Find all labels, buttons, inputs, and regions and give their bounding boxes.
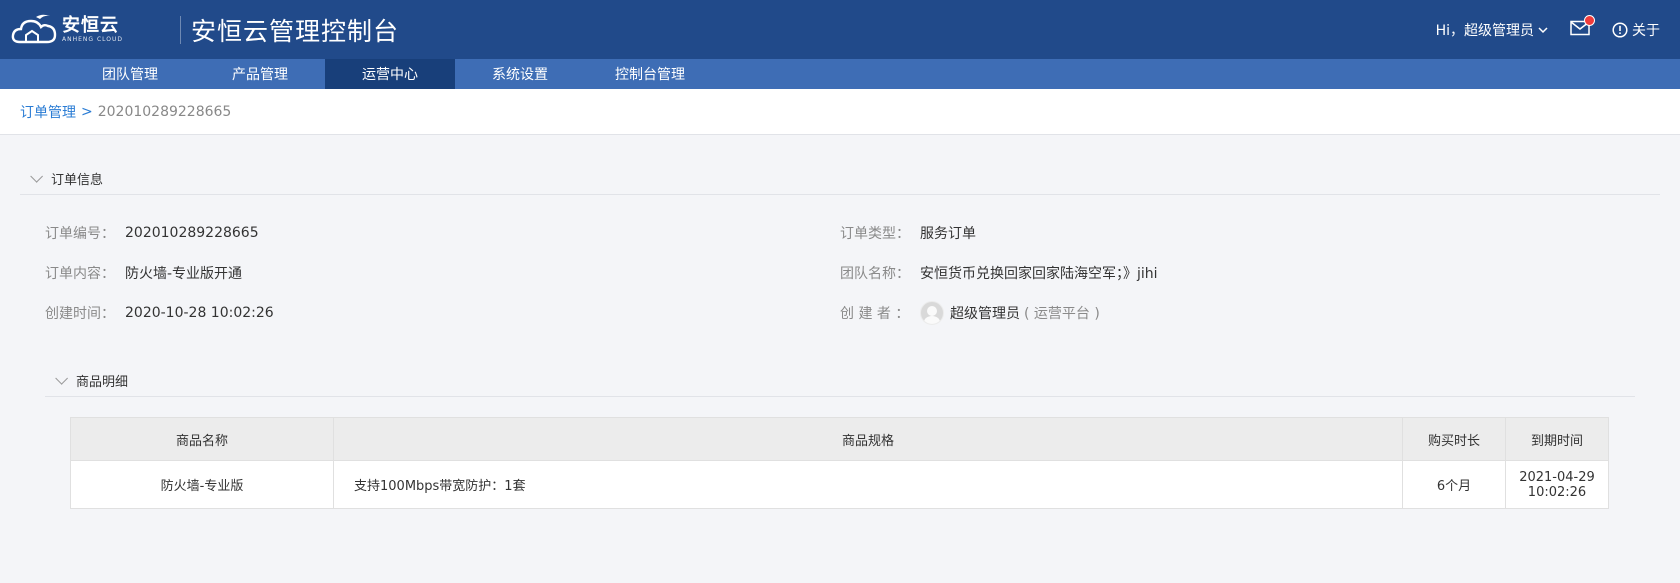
user-greeting: Hi，超级管理员 bbox=[1435, 22, 1534, 39]
about-button[interactable]: 关于 bbox=[1612, 20, 1660, 40]
cell-product-name: 防火墙-专业版 bbox=[70, 460, 334, 509]
goods-header[interactable]: 商品明细 bbox=[45, 371, 1635, 397]
user-menu[interactable]: Hi，超级管理员 bbox=[1436, 20, 1548, 40]
cloud-logo-icon bbox=[11, 14, 57, 43]
breadcrumb: 订单管理 > 202010289228665 bbox=[0, 89, 1680, 135]
table-header-row: 商品名称 商品规格 购买时长 到期时间 bbox=[70, 417, 1609, 461]
order-type-label: 订单类型： bbox=[840, 226, 910, 242]
col-product-name: 商品名称 bbox=[70, 417, 334, 461]
table-row: 防火墙-专业版 支持100Mbps带宽防护：1套 6个月 2021-04-29 … bbox=[70, 460, 1609, 509]
nav-team-management[interactable]: 团队管理 bbox=[65, 59, 195, 89]
goods-table: 商品名称 商品规格 购买时长 到期时间 防火墙-专业版 支持100Mbps带宽防… bbox=[70, 417, 1609, 509]
order-type-row: 订单类型： 服务订单 bbox=[840, 223, 976, 243]
avatar bbox=[920, 301, 944, 325]
top-header: 安恒云 ANHENG CLOUD 安恒云管理控制台 Hi，超级管理员 关于 bbox=[0, 0, 1680, 59]
col-duration: 购买时长 bbox=[1402, 417, 1506, 461]
creator-row: 创 建 者 ： 超级管理员 ( 运营平台 ) bbox=[840, 301, 1100, 325]
team-name-row: 团队名称： 安恒货币兑换回家回家陆海空军；》jihi bbox=[840, 263, 1158, 283]
order-info-title: 订单信息 bbox=[51, 173, 104, 188]
creator-label: 创 建 者 ： bbox=[840, 306, 910, 322]
logo-text: 安恒云 bbox=[62, 15, 119, 36]
nav-operations-center[interactable]: 运营中心 bbox=[325, 59, 455, 89]
goods-title: 商品明细 bbox=[76, 375, 129, 390]
team-name-value: 安恒货币兑换回家回家陆海空军；》jihi bbox=[920, 266, 1158, 282]
cell-duration: 6个月 bbox=[1402, 460, 1506, 509]
order-content-label: 订单内容： bbox=[45, 266, 115, 282]
about-label: 关于 bbox=[1632, 22, 1660, 39]
expire-date: 2021-04-29 bbox=[1519, 469, 1595, 485]
logo-subtext: ANHENG CLOUD bbox=[62, 36, 123, 43]
cell-expire-time: 2021-04-29 10:02:26 bbox=[1505, 460, 1609, 509]
col-expire-time: 到期时间 bbox=[1505, 417, 1609, 461]
nav-product-management[interactable]: 产品管理 bbox=[195, 59, 325, 89]
order-no-value: 202010289228665 bbox=[125, 225, 259, 241]
info-icon bbox=[1612, 21, 1628, 38]
app-title: 安恒云管理控制台 bbox=[191, 16, 400, 46]
mail-button[interactable] bbox=[1570, 14, 1595, 40]
nav-system-settings[interactable]: 系统设置 bbox=[455, 59, 585, 89]
notification-dot bbox=[1584, 14, 1595, 26]
col-product-spec: 商品规格 bbox=[333, 417, 1403, 461]
logo[interactable]: 安恒云 ANHENG CLOUD bbox=[0, 0, 160, 59]
order-content-value: 防火墙-专业版开通 bbox=[125, 266, 243, 282]
breadcrumb-order-management[interactable]: 订单管理 bbox=[20, 102, 76, 122]
breadcrumb-current: 202010289228665 bbox=[97, 103, 232, 120]
nav-console-management[interactable]: 控制台管理 bbox=[585, 59, 715, 89]
header-divider bbox=[180, 15, 181, 44]
creator-role: ( 运营平台 ) bbox=[1024, 306, 1100, 322]
order-type-value: 服务订单 bbox=[920, 226, 976, 242]
order-no-label: 订单编号： bbox=[45, 226, 115, 242]
chevron-down-icon bbox=[1538, 26, 1548, 33]
order-info-section: 订单信息 订单编号： 202010289228665 订单类型： 服务订单 订单… bbox=[0, 135, 1680, 325]
expire-clock: 10:02:26 bbox=[1527, 484, 1587, 500]
team-name-label: 团队名称： bbox=[840, 266, 910, 282]
order-no-row: 订单编号： 202010289228665 bbox=[45, 223, 259, 243]
order-info-header[interactable]: 订单信息 bbox=[20, 169, 1660, 195]
cell-product-spec: 支持100Mbps带宽防护：1套 bbox=[333, 460, 1403, 509]
created-time-row: 创建时间： 2020-10-28 10:02:26 bbox=[45, 303, 274, 323]
creator-name: 超级管理员 bbox=[950, 306, 1020, 322]
goods-section: 商品明细 商品名称 商品规格 购买时长 到期时间 防火墙-专业版 支持100Mb… bbox=[0, 315, 1680, 509]
order-content-row: 订单内容： 防火墙-专业版开通 bbox=[45, 263, 242, 283]
created-time-value: 2020-10-28 10:02:26 bbox=[125, 305, 274, 321]
created-time-label: 创建时间： bbox=[45, 306, 115, 322]
breadcrumb-separator: > bbox=[81, 103, 93, 120]
main-nav: 团队管理 产品管理 运营中心 系统设置 控制台管理 bbox=[0, 59, 1680, 89]
collapse-chevron-icon bbox=[30, 170, 43, 183]
collapse-chevron-icon bbox=[55, 372, 68, 385]
order-info-grid: 订单编号： 202010289228665 订单类型： 服务订单 订单内容： 防… bbox=[20, 195, 1660, 325]
